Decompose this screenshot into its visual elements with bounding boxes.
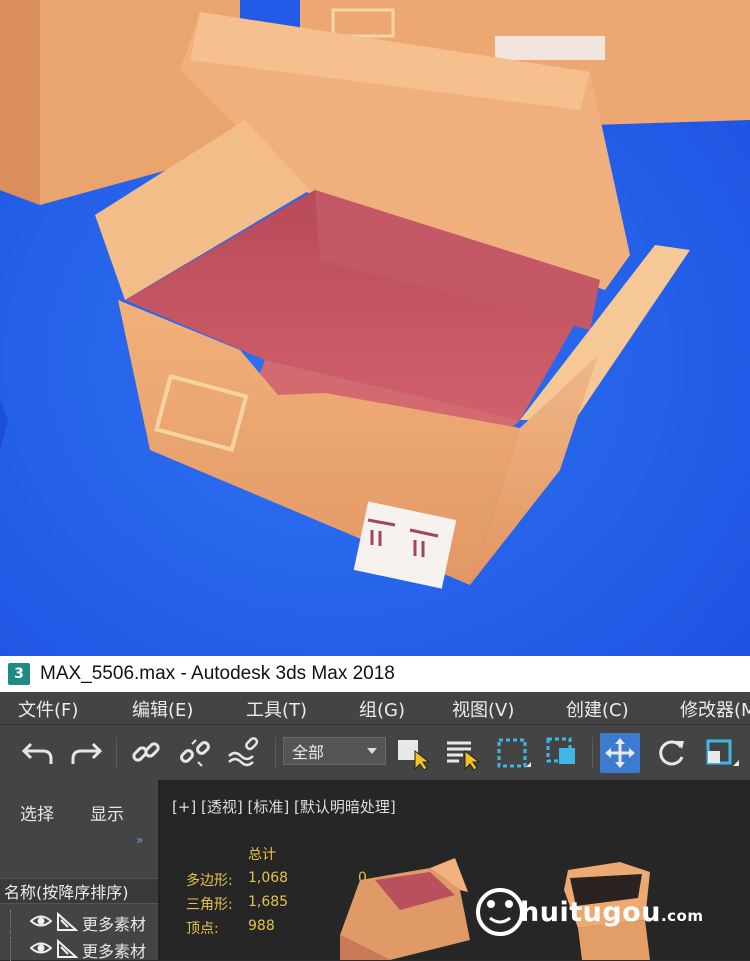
toolbar-separator — [275, 737, 276, 769]
stat-label-triangles: 三角形: — [186, 897, 233, 913]
selection-filter-value: 全部 — [292, 743, 325, 762]
cardboard-box-render — [0, 0, 750, 656]
toolbar-separator — [116, 737, 117, 769]
watermark-suffix: .com — [660, 907, 704, 925]
stat-label-vertices: 顶点: — [186, 921, 219, 937]
link-icon[interactable] — [126, 733, 166, 773]
scene-row[interactable]: 更多素材 — [0, 910, 158, 934]
viewport-label[interactable]: [+] [透视] [标准] [默认明暗处理] — [172, 796, 396, 817]
main-toolbar: 全部 — [0, 724, 750, 781]
scene-explorer-panel: 选择 显示 » 名称(按降序排序) 更多素材 更多素材 — [0, 780, 158, 961]
visibility-eye-icon[interactable] — [30, 912, 52, 930]
expand-panel-icon[interactable]: » — [136, 833, 143, 847]
window-crossing-icon[interactable] — [543, 733, 583, 773]
scale-icon[interactable] — [702, 733, 742, 773]
tab-select[interactable]: 选择 — [20, 800, 54, 825]
object-name-label: 更多素材 — [82, 942, 147, 961]
undo-icon[interactable] — [18, 733, 58, 773]
name-column-header[interactable]: 名称(按降序排序) — [0, 878, 158, 904]
stat-label-polygons: 多边形: — [186, 873, 233, 889]
menu-file[interactable]: 文件(F) — [18, 696, 78, 722]
redo-icon[interactable] — [66, 733, 106, 773]
window-title: MAX_5506.max - Autodesk 3ds Max 2018 — [40, 663, 395, 684]
tree-line — [10, 910, 25, 934]
rotate-icon[interactable] — [652, 733, 692, 773]
unlink-icon[interactable] — [175, 733, 215, 773]
rect-region-icon[interactable] — [493, 733, 533, 773]
menu-bar: 文件(F) 编辑(E) 工具(T) 组(G) 视图(V) 创建(C) 修改器(M — [0, 692, 750, 724]
menu-group[interactable]: 组(G) — [359, 696, 405, 722]
visibility-eye-icon[interactable] — [30, 939, 52, 957]
menu-create[interactable]: 创建(C) — [566, 696, 629, 722]
watermark-text: huitugou.com — [520, 897, 703, 928]
toolbar-separator — [592, 737, 593, 769]
bind-spacewarp-icon[interactable] — [224, 733, 264, 773]
scene-explorer-tabs: 选择 显示 » — [0, 780, 158, 847]
stats-header: 总计 — [248, 847, 276, 863]
move-icon[interactable] — [600, 733, 640, 773]
stat-total-vertices: 988 — [248, 918, 275, 934]
render-preview-image — [0, 0, 750, 656]
geometry-object-icon — [57, 939, 78, 958]
stat-total-triangles: 1,685 — [248, 894, 289, 910]
tab-display[interactable]: 显示 — [90, 800, 124, 825]
menu-tools[interactable]: 工具(T) — [246, 696, 307, 722]
geometry-object-icon — [57, 912, 78, 931]
menu-modifiers[interactable]: 修改器(M — [680, 696, 750, 722]
select-by-name-icon[interactable] — [442, 733, 482, 773]
window-titlebar: 3 MAX_5506.max - Autodesk 3ds Max 2018 — [0, 656, 750, 692]
selection-filter-dropdown[interactable]: 全部 — [283, 737, 386, 765]
stat-total-polygons: 1,068 — [248, 870, 289, 886]
watermark-name: huitugou — [520, 897, 661, 928]
select-object-icon[interactable] — [392, 733, 432, 773]
scene-row[interactable]: 更多素材 — [0, 937, 158, 961]
tree-line — [10, 937, 25, 961]
object-name-label: 更多素材 — [82, 915, 147, 934]
menu-views[interactable]: 视图(V) — [452, 696, 514, 722]
menu-edit[interactable]: 编辑(E) — [132, 696, 193, 722]
dropdown-arrow-icon — [367, 748, 377, 754]
3dsmax-app-icon: 3 — [8, 663, 30, 685]
